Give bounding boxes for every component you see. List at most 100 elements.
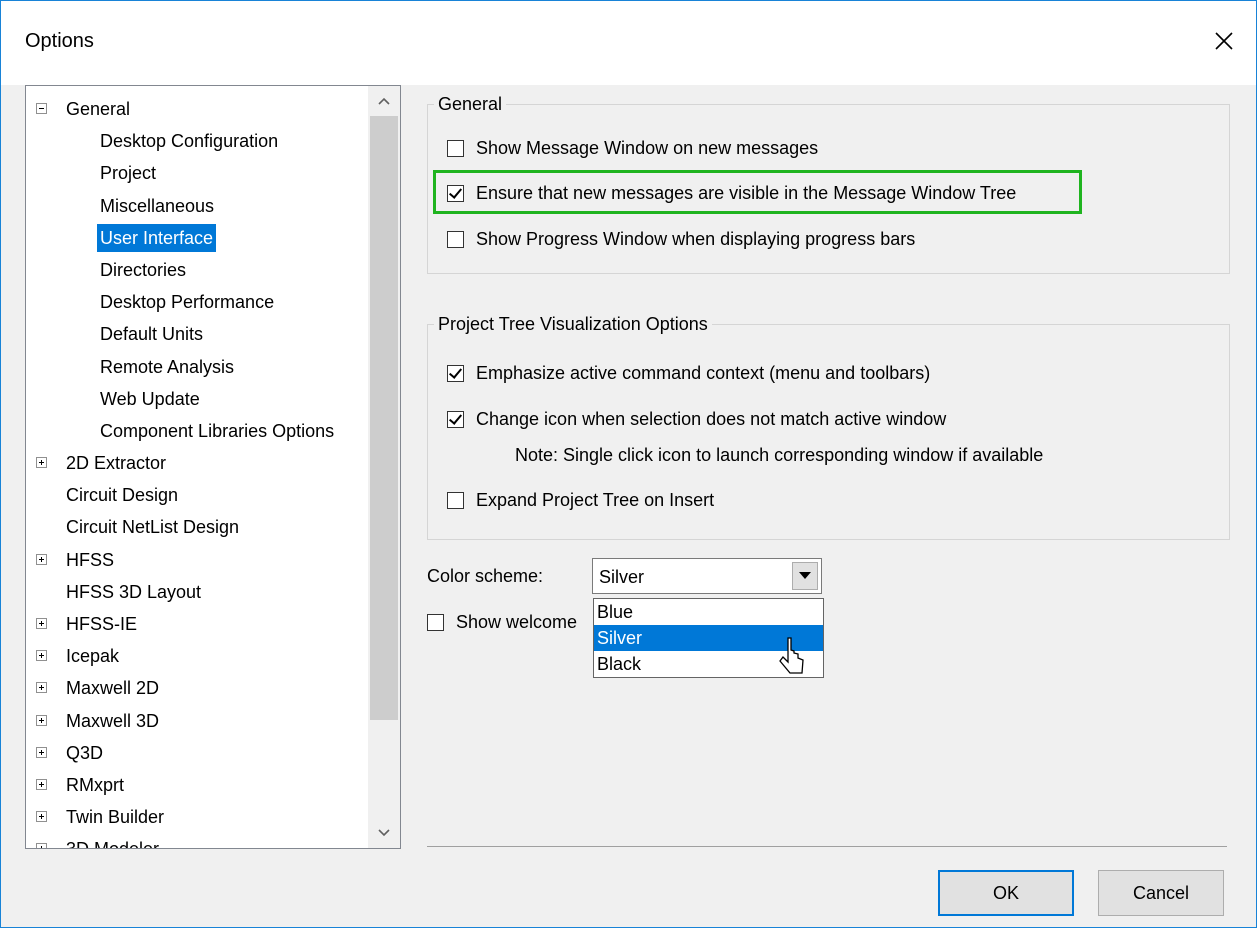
button-separator	[427, 846, 1227, 847]
color-scheme-select[interactable]: Silver	[592, 558, 822, 594]
tree-item[interactable]: RMxprt	[26, 769, 366, 801]
expand-plus-icon[interactable]	[36, 778, 47, 790]
tree-item[interactable]: Q3D	[26, 737, 366, 769]
dialog-title: Options	[25, 30, 94, 52]
scroll-thumb[interactable]	[370, 116, 398, 720]
tree-item[interactable]: HFSS	[26, 544, 366, 576]
dropdown-option-blue[interactable]: Blue	[594, 599, 823, 625]
tree-item[interactable]: Icepak	[26, 640, 366, 672]
options-dialog: Options General Desktop Configuration Proj…	[0, 0, 1257, 928]
expand-plus-icon[interactable]	[36, 843, 47, 848]
tree-item-label: 3D Modeler	[63, 835, 162, 848]
checkbox-box	[447, 410, 464, 428]
scroll-up-button[interactable]	[368, 86, 400, 116]
tree-item-label: Maxwell 2D	[66, 678, 160, 699]
tree-item-label: Twin Builder	[66, 807, 165, 828]
change-icon-checkbox[interactable]: Change icon when selection does not matc…	[447, 406, 946, 432]
tree-item[interactable]: General	[26, 93, 366, 125]
color-scheme-value: Silver	[599, 567, 645, 587]
tree-item-label: Desktop Configuration	[100, 131, 279, 152]
tree-item-label: Maxwell 3D	[66, 710, 160, 731]
tree-item-label: HFSS-IE	[66, 614, 138, 634]
tree-item-label: Web Update	[100, 388, 200, 409]
expand-plus-icon[interactable]	[36, 457, 47, 469]
dropdown-arrow-icon	[799, 572, 811, 579]
highlight-frame	[433, 170, 1082, 214]
checkbox-label: Expand Project Tree on Insert	[476, 489, 715, 510]
tree-item[interactable]: Desktop Performance	[26, 286, 366, 318]
tree-scrollbar[interactable]	[368, 86, 400, 848]
tree-item-label: HFSS 3D Layout	[66, 581, 202, 602]
expand-plus-icon[interactable]	[36, 811, 47, 823]
mouse-cursor-icon	[779, 637, 804, 674]
tree-item-label: Circuit Design	[66, 485, 179, 506]
tree-item[interactable]: Maxwell 3D	[26, 705, 366, 737]
tree-item-label: HFSS	[66, 549, 115, 570]
checkbox-box	[427, 613, 444, 631]
tree-item[interactable]: 2D Extractor	[26, 447, 366, 479]
tree-item[interactable]: Desktop Configuration	[26, 125, 366, 157]
tree-item[interactable]: Remote Analysis	[26, 351, 366, 383]
tree-item-label: General	[66, 99, 131, 119]
tree-item-label: Miscellaneous	[100, 195, 215, 216]
note-text: Note: Single click icon to launch corres…	[515, 444, 1044, 465]
tree-item[interactable]: Component Libraries Options	[26, 415, 366, 447]
options-tree[interactable]: General Desktop Configuration Project Misce…	[25, 85, 401, 849]
ok-button[interactable]: OK	[938, 870, 1074, 916]
tree-item[interactable]: Directories	[26, 254, 366, 286]
tree-item[interactable]: Twin Builder	[26, 801, 366, 833]
tree-item-label: Default Units	[100, 324, 204, 345]
title-bar: Options	[1, 1, 1256, 85]
tree-item[interactable]: HFSS-IE	[26, 608, 366, 640]
tree-item-label: Circuit NetList Design	[66, 517, 240, 538]
tree-item[interactable]: User Interface	[26, 222, 366, 254]
tree-item-label: Directories	[100, 259, 187, 280]
tree-item[interactable]: Project	[26, 157, 366, 189]
tree-item[interactable]: HFSS 3D Layout	[26, 576, 366, 608]
checkbox-box	[447, 230, 464, 248]
collapse-minus-icon[interactable]	[36, 103, 47, 114]
chevron-up-icon	[378, 97, 390, 105]
expand-plus-icon[interactable]	[36, 682, 47, 694]
tree-item-label: Project	[100, 163, 157, 184]
tree-item-label: 2D Extractor	[66, 453, 167, 474]
expand-plus-icon[interactable]	[36, 618, 47, 629]
tree-item-label: Remote Analysis	[100, 356, 235, 377]
close-button[interactable]	[1206, 23, 1242, 59]
tree-item[interactable]: Maxwell 2D	[26, 672, 366, 704]
emphasize-context-checkbox[interactable]: Emphasize active command context (menu a…	[447, 360, 930, 386]
show-welcome-checkbox[interactable]: Show welcome	[427, 609, 577, 635]
general-group-title: General	[434, 93, 507, 115]
checkbox-label: Show welcome	[456, 611, 578, 632]
checkbox-label: Show Progress Window when displaying pro…	[476, 228, 916, 249]
tree-item-label: RMxprt	[66, 774, 124, 795]
tree-item-label: User Interface	[97, 223, 217, 252]
checkbox-label: Emphasize active command context (menu a…	[476, 362, 931, 383]
expand-tree-checkbox[interactable]: Expand Project Tree on Insert	[447, 487, 714, 513]
expand-plus-icon[interactable]	[36, 650, 47, 662]
close-icon	[1215, 32, 1233, 50]
tree-item[interactable]: Default Units	[26, 318, 366, 350]
expand-plus-icon[interactable]	[36, 746, 47, 758]
tree-item-label: Component Libraries Options	[100, 420, 335, 441]
cancel-button[interactable]: Cancel	[1098, 870, 1224, 916]
tree-item[interactable]: Web Update	[26, 383, 366, 415]
show-progress-window-checkbox[interactable]: Show Progress Window when displaying pro…	[447, 226, 915, 252]
checkbox-box	[447, 491, 464, 509]
chevron-down-icon	[378, 829, 390, 837]
color-scheme-label: Color scheme:	[427, 565, 544, 586]
expand-plus-icon[interactable]	[36, 553, 47, 565]
dropdown-button[interactable]	[792, 562, 818, 590]
show-message-window-checkbox[interactable]: Show Message Window on new messages	[447, 135, 818, 161]
checkbox-box	[447, 139, 464, 157]
tree-item[interactable]: Circuit Design	[26, 479, 366, 511]
tree-item-label: Icepak	[66, 646, 120, 667]
checkbox-label: Change icon when selection does not matc…	[476, 408, 947, 429]
checkbox-box	[447, 364, 464, 382]
tree-item[interactable]: 3D Modeler	[26, 833, 366, 848]
tree-item[interactable]: Circuit NetList Design	[26, 511, 366, 543]
expand-plus-icon[interactable]	[36, 714, 47, 726]
tree-item[interactable]: Miscellaneous	[26, 190, 366, 222]
checkbox-label: Show Message Window on new messages	[476, 137, 819, 158]
scroll-down-button[interactable]	[368, 818, 400, 848]
